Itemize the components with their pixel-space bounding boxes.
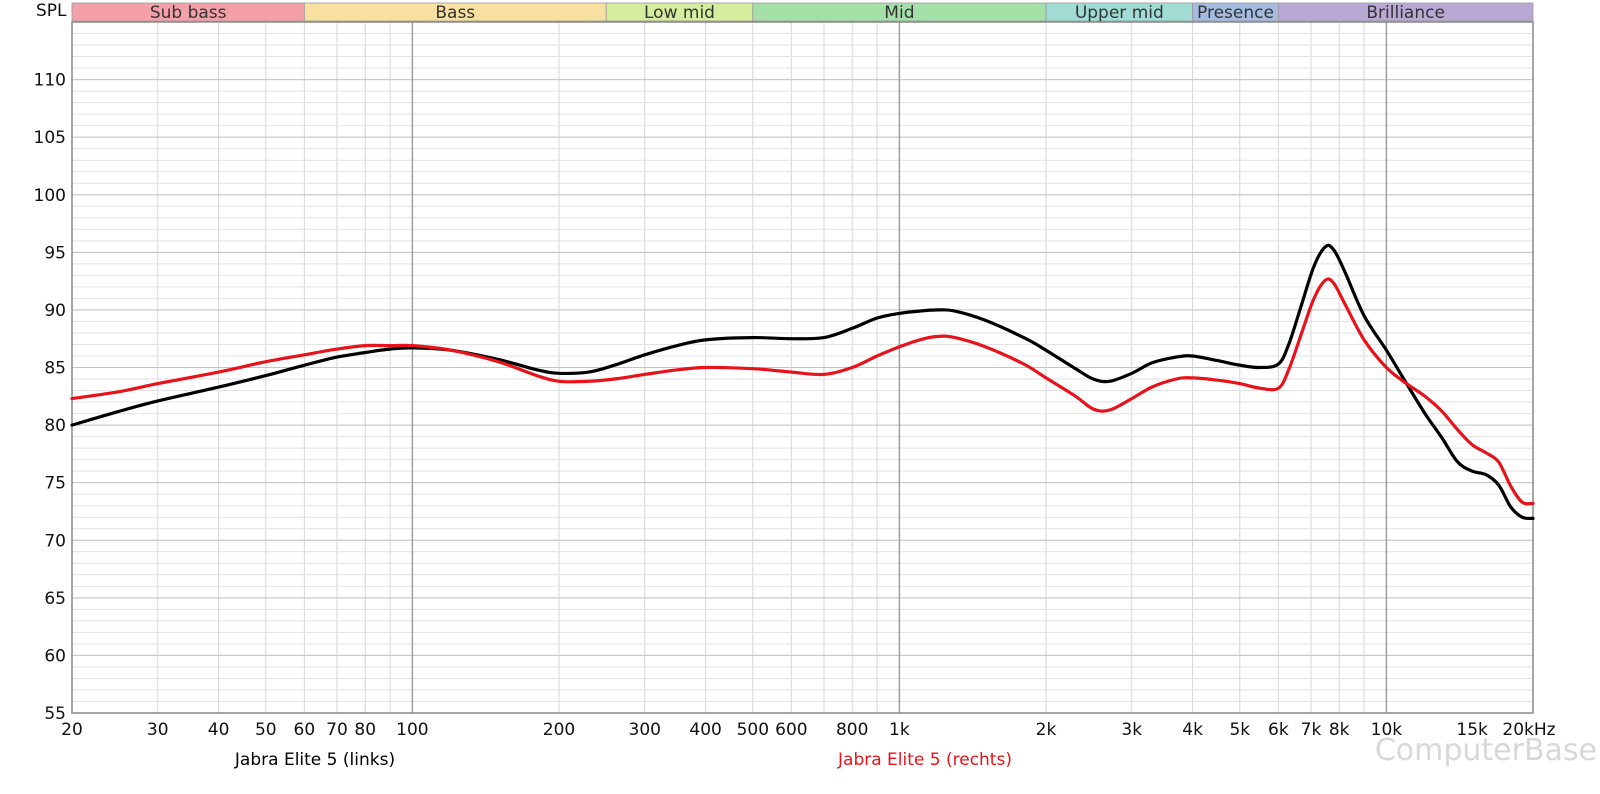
x-tick-label: 2k [1036,720,1057,740]
y-tick-label: 85 [44,359,66,379]
x-tick-label: 500 [737,720,769,740]
x-tick-label: 6k [1268,720,1289,740]
band-label: Bass [435,3,475,23]
x-tick-label: 70 [326,720,348,740]
x-tick-label: 40 [208,720,230,740]
x-tick-label: 1k [889,720,910,740]
y-tick-label: 60 [44,646,66,666]
legend-entry: Jabra Elite 5 (links) [234,750,395,770]
band-label: Presence [1197,3,1274,23]
y-tick-label: 110 [34,71,66,91]
x-tick-label: 7k [1301,720,1322,740]
x-tick-label: 3k [1121,720,1142,740]
y-tick-label: 65 [44,589,66,609]
frequency-response-chart: Sub bass Bass Low mid Mid Upper mid Presence B… [0,0,1600,794]
x-tick-label: 20 [61,720,83,740]
x-tick-label: 800 [836,720,868,740]
y-tick-label: 75 [44,474,66,494]
x-tick-label: 50 [255,720,277,740]
y-tick-label: 80 [44,416,66,436]
x-tick-label: 5k [1229,720,1250,740]
x-tick-label: 600 [775,720,807,740]
x-tick-label: 400 [689,720,721,740]
watermark-text: ComputerBase [1375,733,1597,768]
x-tick-label: 8k [1329,720,1350,740]
y-axis-label: SPL [36,1,67,21]
band-label: Brilliance [1366,3,1445,23]
band-label: Mid [884,3,914,23]
band-label: Sub bass [150,3,227,23]
band-label: Upper mid [1075,3,1164,23]
x-tick-label: 300 [629,720,661,740]
x-tick-label: 30 [147,720,169,740]
x-tick-label: 80 [354,720,376,740]
legend-entry: Jabra Elite 5 (rechts) [837,750,1012,770]
x-tick-label: 60 [294,720,316,740]
y-tick-label: 100 [34,186,66,206]
y-tick-label: 95 [44,243,66,263]
frequency-bands: Sub bass Bass Low mid Mid Upper mid Presence B… [71,2,1534,23]
y-tick-label: 70 [44,531,66,551]
x-tick-label: 4k [1182,720,1203,740]
y-tick-label: 90 [44,301,66,321]
x-tick-label: 100 [396,720,428,740]
band-label: Low mid [644,3,715,23]
y-tick-label: 105 [34,128,66,148]
x-tick-label: 200 [543,720,575,740]
